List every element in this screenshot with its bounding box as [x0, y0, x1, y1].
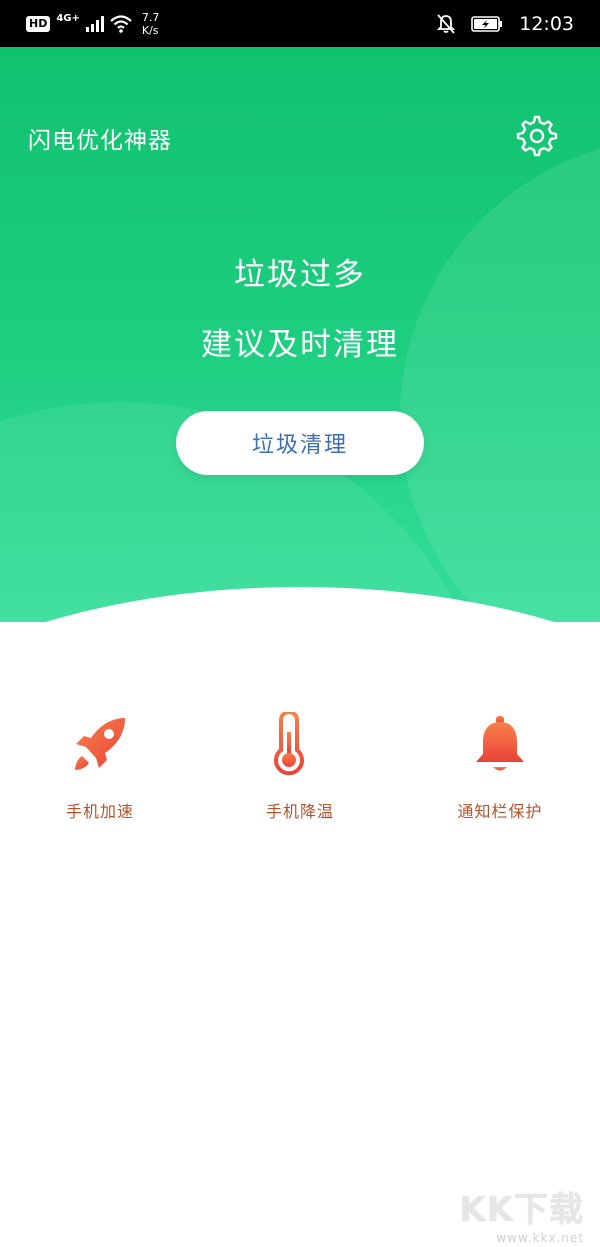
speed-unit: K/s — [141, 24, 159, 37]
status-bar: HD 4G+ 7.7 K/s 12:03 — [0, 0, 600, 47]
network-speed: 7.7 K/s — [142, 11, 160, 37]
speed-value: 7.7 — [141, 11, 160, 24]
signal-icon — [85, 16, 104, 32]
wifi-icon — [110, 15, 132, 33]
feature-label: 通知栏保护 — [457, 802, 543, 821]
status-bar-left: HD 4G+ 7.7 K/s — [26, 8, 159, 40]
watermark-logo: KK下载 — [459, 1190, 584, 1230]
feature-notification-protect[interactable]: 通知栏保护 — [415, 712, 585, 822]
feature-label: 手机加速 — [65, 802, 134, 821]
hero-banner: 闪电优化神器 垃圾过多 建议及时清理 垃圾清理 — [0, 47, 600, 622]
hero-headline: 垃圾过多 — [234, 257, 366, 293]
rocket-icon — [75, 718, 125, 770]
watermark: KK下载 www.kkx.net — [459, 1182, 584, 1245]
feature-phone-boost[interactable]: 手机加速 — [15, 712, 185, 822]
decorative-circle — [400, 137, 600, 622]
watermark-url: www.kkx.net — [496, 1231, 584, 1245]
feature-label: 手机降温 — [265, 802, 334, 821]
battery-icon — [471, 16, 503, 32]
hero-subheadline: 建议及时清理 — [201, 327, 399, 363]
gear-icon[interactable] — [516, 115, 558, 157]
thermometer-icon — [274, 712, 321, 776]
app-title: 闪电优化神器 — [28, 128, 172, 154]
notification-off-icon — [437, 14, 456, 34]
bell-icon — [476, 716, 524, 771]
hd-badge: HD — [26, 16, 51, 32]
network-type: 4G+ — [56, 12, 80, 24]
clock: 12:03 — [519, 13, 574, 35]
junk-clean-button[interactable]: 垃圾清理 — [176, 411, 424, 475]
status-bar-right: 12:03 — [437, 8, 574, 40]
feature-phone-cooling[interactable]: 手机降温 — [215, 712, 385, 822]
